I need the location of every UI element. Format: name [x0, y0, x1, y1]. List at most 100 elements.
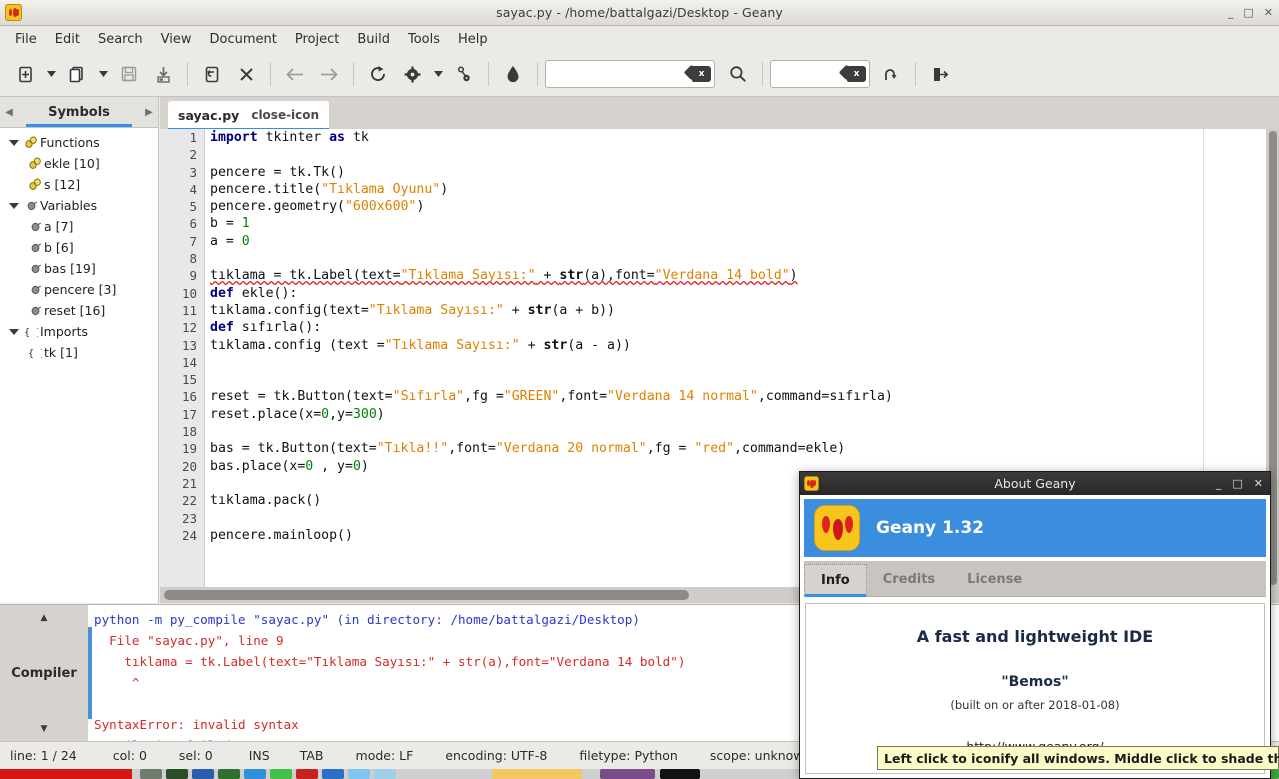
expander-triangle-icon[interactable]	[6, 139, 22, 146]
close-icon[interactable]: close-icon	[251, 108, 319, 122]
taskbar-icon[interactable]	[166, 769, 188, 779]
code-line[interactable]: pencere.geometry("600x600")	[210, 198, 1279, 215]
about-close-button[interactable]: ✕	[1254, 478, 1263, 489]
compile-icon[interactable]	[361, 57, 395, 91]
open-document-icon[interactable]	[60, 57, 94, 91]
menu-view[interactable]: View	[152, 29, 201, 50]
code-line[interactable]: def ekle():	[210, 285, 1279, 302]
taskbar-window-button[interactable]	[660, 769, 700, 779]
symbol-tree-item[interactable]: reset [16]	[0, 300, 158, 321]
build-icon[interactable]	[395, 57, 429, 91]
build-dropdown-icon[interactable]	[429, 57, 447, 91]
tab-info[interactable]: Info	[804, 564, 867, 597]
taskbar-menu-button[interactable]	[0, 769, 132, 779]
menu-project[interactable]: Project	[286, 29, 348, 50]
chevron-left-icon[interactable]: ◀	[0, 107, 18, 118]
close-document-icon[interactable]	[229, 57, 263, 91]
code-line[interactable]	[210, 354, 1279, 371]
code-line[interactable]: bas = tk.Button(text="Tıkla!!",font="Ver…	[210, 440, 1279, 457]
line-number: 16	[181, 389, 197, 405]
taskbar-icon[interactable]	[374, 769, 396, 779]
run-icon[interactable]	[447, 57, 481, 91]
taskbar-icon[interactable]	[270, 769, 292, 779]
revert-icon[interactable]	[195, 57, 229, 91]
symbol-tree-item[interactable]: pencere [3]	[0, 279, 158, 300]
menu-help[interactable]: Help	[449, 29, 497, 50]
symbol-tree-item[interactable]: b [6]	[0, 237, 158, 258]
code-line[interactable]	[210, 146, 1279, 163]
search-input[interactable]: x	[545, 60, 715, 88]
navigate-back-icon[interactable]	[278, 57, 312, 91]
tab-sayac-py[interactable]: sayac.py close-icon	[168, 101, 330, 131]
line-number: 1	[189, 130, 197, 145]
menu-edit[interactable]: Edit	[46, 29, 89, 50]
expander-triangle-icon[interactable]	[6, 328, 22, 335]
chevron-right-icon[interactable]: ▶	[140, 107, 158, 118]
open-recent-dropdown-icon[interactable]	[94, 57, 112, 91]
symbol-tree-item[interactable]: Variables	[0, 195, 158, 216]
jump-to-line-icon[interactable]	[874, 57, 908, 91]
code-line[interactable]: reset = tk.Button(text="Sıfırla",fg ="GR…	[210, 388, 1279, 405]
new-document-dropdown-icon[interactable]	[42, 57, 60, 91]
taskbar-icon[interactable]	[348, 769, 370, 779]
code-line[interactable]: a = 0	[210, 233, 1279, 250]
code-line[interactable]: pencere.title("Tıklama Oyunu")	[210, 181, 1279, 198]
code-line[interactable]: pencere = tk.Tk()	[210, 164, 1279, 181]
goto-line-input[interactable]: x	[770, 60, 870, 88]
chevron-down-icon[interactable]: ▼	[41, 724, 48, 734]
menu-tools[interactable]: Tools	[399, 29, 449, 50]
menu-file[interactable]: File	[6, 29, 46, 50]
menu-search[interactable]: Search	[89, 29, 152, 50]
code-line[interactable]: tıklama = tk.Label(text="Tıklama Sayısı:…	[210, 267, 1279, 284]
tab-credits[interactable]: Credits	[867, 564, 951, 596]
code-line[interactable]: import tkinter as tk	[210, 129, 1279, 146]
symbol-tree-item[interactable]: Functions	[0, 132, 158, 153]
tab-symbols[interactable]: Symbols	[18, 98, 140, 127]
line-number: 3	[189, 164, 197, 180]
symbol-tree-item[interactable]: a [7]	[0, 216, 158, 237]
tab-license[interactable]: License	[951, 564, 1038, 596]
save-icon[interactable]	[112, 57, 146, 91]
clear-goto-icon[interactable]: x	[847, 66, 866, 82]
taskbar-icon[interactable]	[322, 769, 344, 779]
code-line[interactable]: def sıfırla():	[210, 319, 1279, 336]
taskbar-window-button[interactable]	[600, 769, 655, 779]
code-line[interactable]: tıklama.config (text ="Tıklama Sayısı:" …	[210, 337, 1279, 354]
expander-triangle-icon[interactable]	[6, 202, 22, 209]
symbol-tree-item[interactable]: s [12]	[0, 174, 158, 195]
taskbar-icon[interactable]	[244, 769, 266, 779]
save-all-icon[interactable]	[146, 57, 180, 91]
code-line[interactable]	[210, 250, 1279, 267]
color-chooser-icon[interactable]	[496, 57, 530, 91]
code-line[interactable]: reset.place(x=0,y=300)	[210, 406, 1279, 423]
taskbar-icon[interactable]	[140, 769, 162, 779]
taskbar-icon[interactable]	[296, 769, 318, 779]
symbol-tree-item[interactable]: { }tk [1]	[0, 342, 158, 363]
symbol-tree-item[interactable]: ekle [10]	[0, 153, 158, 174]
symbol-tree-item[interactable]: bas [19]	[0, 258, 158, 279]
symbol-tree-item[interactable]: { }Imports	[0, 321, 158, 342]
clear-search-icon[interactable]: x	[692, 66, 711, 82]
close-button[interactable]: ✕	[1264, 7, 1273, 18]
search-icon[interactable]	[721, 57, 755, 91]
code-line[interactable]: tıklama.config(text="Tıklama Sayısı:" + …	[210, 302, 1279, 319]
quit-icon[interactable]	[923, 57, 957, 91]
navigate-forward-icon[interactable]	[312, 57, 346, 91]
about-maximize-button[interactable]: □	[1232, 478, 1242, 489]
code-line[interactable]	[210, 371, 1279, 388]
compiler-tab-label[interactable]: Compiler	[11, 666, 76, 681]
taskbar-icon[interactable]	[218, 769, 240, 779]
taskbar-icon[interactable]	[192, 769, 214, 779]
chevron-up-icon[interactable]: ▲	[41, 613, 48, 623]
menu-document[interactable]: Document	[200, 29, 285, 50]
menu-build[interactable]: Build	[348, 29, 399, 50]
minimize-button[interactable]: _	[1228, 7, 1234, 18]
maximize-button[interactable]: □	[1243, 7, 1253, 18]
code-line[interactable]: b = 1	[210, 215, 1279, 232]
symbol-tree-item-label: s [12]	[44, 177, 81, 192]
new-document-icon[interactable]	[8, 57, 42, 91]
about-minimize-button[interactable]: _	[1216, 478, 1222, 489]
taskbar-window-button[interactable]	[492, 769, 582, 779]
line-number: 6	[189, 216, 197, 232]
code-line[interactable]	[210, 423, 1279, 440]
